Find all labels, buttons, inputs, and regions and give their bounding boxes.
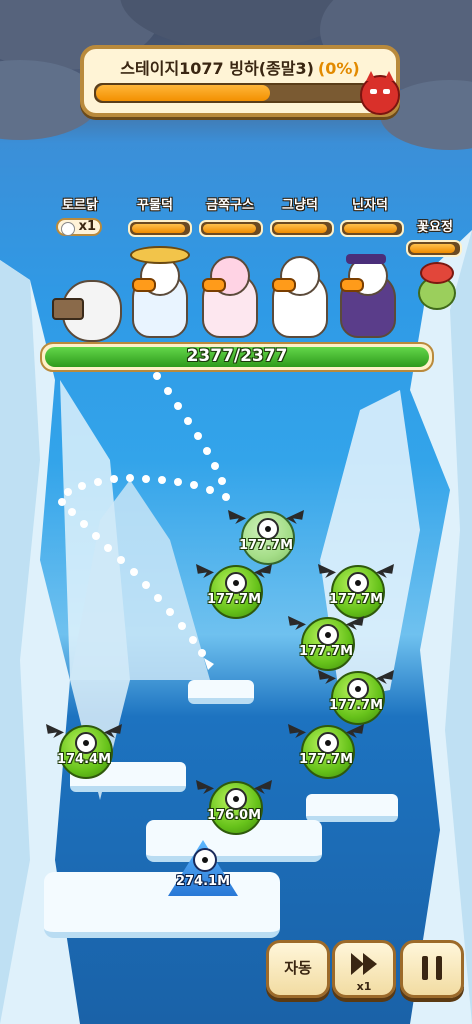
hero-name-geumjjok-goose: 금쪽구스	[206, 198, 254, 213]
boss-monster[interactable]: 274.1M	[168, 836, 238, 896]
monster-7[interactable]: 176.0M	[196, 778, 262, 835]
monster-hp: 177.7M	[238, 538, 294, 553]
red-devil-icon	[360, 71, 400, 115]
pause-icon	[422, 956, 442, 980]
monster-1[interactable]: 177.7M	[196, 562, 262, 619]
thor-chicken-hero[interactable]	[52, 270, 122, 342]
flower-fairy-hero[interactable]	[410, 262, 460, 312]
orb-icon	[61, 222, 75, 236]
team-hp-bar: 2377/2377	[40, 342, 434, 372]
monster-hp: 177.7M	[298, 644, 354, 659]
hero-name-thor-chicken: 토르닭	[62, 198, 98, 213]
hero-name-geunyang-duck: 그냥덕	[282, 198, 318, 213]
monster-hp: 177.7M	[328, 592, 384, 607]
stage-progress-percent: (0%)	[317, 59, 360, 78]
monster-hp: 176.0M	[206, 808, 262, 823]
auto-button[interactable]: 자동	[266, 940, 330, 998]
boss-hp: 274.1M	[175, 874, 231, 889]
monster-4[interactable]: 177.7M	[318, 668, 384, 725]
hero-name-flower-fairy: 꽃요정	[417, 220, 453, 235]
stage-name: 스테이지1077 빙하(종말3)	[120, 59, 314, 78]
monster-3[interactable]: 177.7M	[288, 614, 354, 671]
hero-skill-bar	[128, 220, 192, 237]
stage-title: 스테이지1077 빙하(종말3) (0%)	[84, 55, 396, 79]
game-scene[interactable]: 스테이지1077 빙하(종말3) (0%) 토르닭 꾸물덕 금쪽구스 그냥덕 닌자…	[0, 0, 472, 1024]
speed-label: x1	[356, 980, 372, 993]
monster-2[interactable]: 177.7M	[318, 562, 384, 619]
stage-progress-bar	[94, 83, 370, 103]
hero-name-kkumul-duck: 꾸물덕	[137, 198, 173, 213]
monster-hp: 174.4M	[56, 752, 112, 767]
geumjjok-goose-hero[interactable]	[198, 246, 258, 338]
hero-skill-bar	[406, 240, 462, 257]
stage-panel: 스테이지1077 빙하(종말3) (0%)	[80, 45, 400, 117]
hero-counter: x1	[56, 218, 102, 236]
stage-progress-fill	[96, 85, 271, 101]
geunyang-duck-hero[interactable]	[268, 246, 328, 338]
monster-6[interactable]: 177.7M	[288, 722, 354, 779]
hero-name-ninja-duck: 닌자덕	[352, 198, 388, 213]
monster-hp: 177.7M	[328, 698, 384, 713]
speed-button[interactable]: x1	[332, 940, 396, 998]
hero-skill-bar	[199, 220, 263, 237]
monster-hp: 177.7M	[298, 752, 354, 767]
team-hp-text: 2377/2377	[186, 346, 288, 366]
hero-skill-bar	[340, 220, 404, 237]
fast-forward-icon	[351, 953, 377, 975]
monster-hp: 177.7M	[206, 592, 262, 607]
monster-5[interactable]: 174.4M	[46, 722, 112, 779]
hero-skill-bar	[270, 220, 334, 237]
monster-0[interactable]: 177.7M	[228, 508, 294, 565]
ninja-duck-hero[interactable]	[336, 246, 396, 338]
pause-button[interactable]	[400, 940, 464, 998]
kkumul-duck-hero[interactable]	[128, 246, 190, 338]
